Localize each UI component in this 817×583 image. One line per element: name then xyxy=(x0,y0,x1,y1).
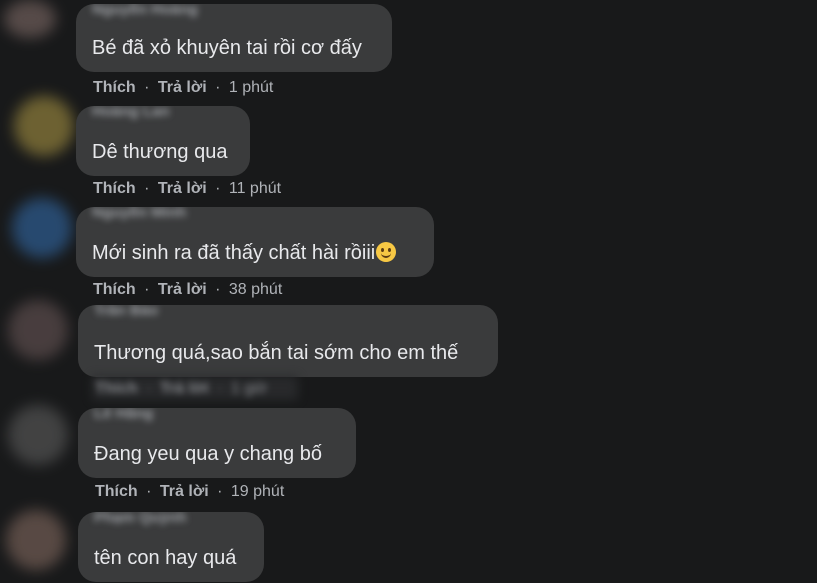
separator: · xyxy=(144,281,150,298)
like-button[interactable]: Thích xyxy=(93,180,136,197)
reply-button[interactable]: Trả lời xyxy=(158,281,207,298)
comment-text: tên con hay quá xyxy=(94,547,237,569)
separator: · xyxy=(144,79,150,96)
reply-button[interactable]: Trả lời xyxy=(158,79,207,96)
avatar[interactable] xyxy=(12,198,72,258)
separator: · xyxy=(146,380,152,397)
separator: · xyxy=(215,79,221,96)
comment-text-content: Mới sinh ra đã thấy chất hài rồiii xyxy=(92,242,376,264)
comment-actions: Thích · Trả lời · 19 phút xyxy=(95,483,284,501)
timestamp[interactable]: 38 phút xyxy=(229,281,282,298)
like-button[interactable]: Thích xyxy=(93,281,136,298)
comment-bubble: Phạm Quỳnh tên con hay quá xyxy=(78,512,264,582)
comment-text: Đang yeu qua y chang bố xyxy=(94,443,322,465)
comment-author[interactable]: Nguyễn Hoàng xyxy=(92,4,198,18)
separator: · xyxy=(215,180,221,197)
timestamp[interactable]: 1 giờ xyxy=(231,380,267,397)
comment-bubble: Trần Bảo Thương quá,sao bắn tai sớm cho … xyxy=(78,305,498,377)
like-button[interactable]: Thích xyxy=(95,483,138,500)
comment-bubble: Lê Hằng Đang yeu qua y chang bố xyxy=(78,408,356,478)
separator: · xyxy=(144,180,150,197)
comment-author[interactable]: Trần Bảo xyxy=(94,305,158,319)
comment-author[interactable]: Hoàng Lan xyxy=(92,106,170,120)
comment-bubble: Nguyễn Hoàng Bé đã xỏ khuyên tai rồi cơ … xyxy=(76,4,392,72)
comment-text: Dê thương qua xyxy=(92,141,228,163)
like-button[interactable]: Thích xyxy=(95,380,138,397)
reply-button[interactable]: Trả lời xyxy=(158,180,207,197)
avatar[interactable] xyxy=(14,96,74,156)
comment-bubble: Nguyễn Minh Mới sinh ra đã thấy chất hài… xyxy=(76,207,434,277)
timestamp[interactable]: 11 phút xyxy=(229,180,281,197)
avatar[interactable] xyxy=(8,405,68,465)
comment-actions: Thích · Trả lời · 11 phút xyxy=(93,180,281,198)
avatar[interactable] xyxy=(4,0,56,38)
comment-actions: Thích · Trả lời · 1 phút xyxy=(93,79,273,97)
comment-text: Thương quá,sao bắn tai sớm cho em thế xyxy=(94,342,459,364)
separator: · xyxy=(215,281,221,298)
comment-author[interactable]: Phạm Quỳnh xyxy=(94,512,187,526)
reply-button[interactable]: Trả lời xyxy=(160,380,209,397)
comment-actions: Thích · Trả lời · 38 phút xyxy=(93,281,282,299)
comment-bubble: Hoàng Lan Dê thương qua xyxy=(76,106,250,176)
comment-text: Bé đã xỏ khuyên tai rồi cơ đấy xyxy=(92,37,362,59)
separator: · xyxy=(217,483,223,500)
reply-button[interactable]: Trả lời xyxy=(160,483,209,500)
slightly-smiling-face-icon xyxy=(376,242,397,262)
separator: · xyxy=(146,483,152,500)
comment-text: Mới sinh ra đã thấy chất hài rồiii xyxy=(92,242,397,265)
timestamp[interactable]: 19 phút xyxy=(231,483,284,500)
separator: · xyxy=(217,380,223,397)
avatar[interactable] xyxy=(6,510,66,570)
avatar[interactable] xyxy=(8,300,68,360)
timestamp[interactable]: 1 phút xyxy=(229,79,273,96)
comment-actions: Thích · Trả lời · 1 giờ xyxy=(95,380,267,398)
comment-author[interactable]: Nguyễn Minh xyxy=(92,207,186,221)
like-button[interactable]: Thích xyxy=(93,79,136,96)
comment-author[interactable]: Lê Hằng xyxy=(94,408,153,422)
